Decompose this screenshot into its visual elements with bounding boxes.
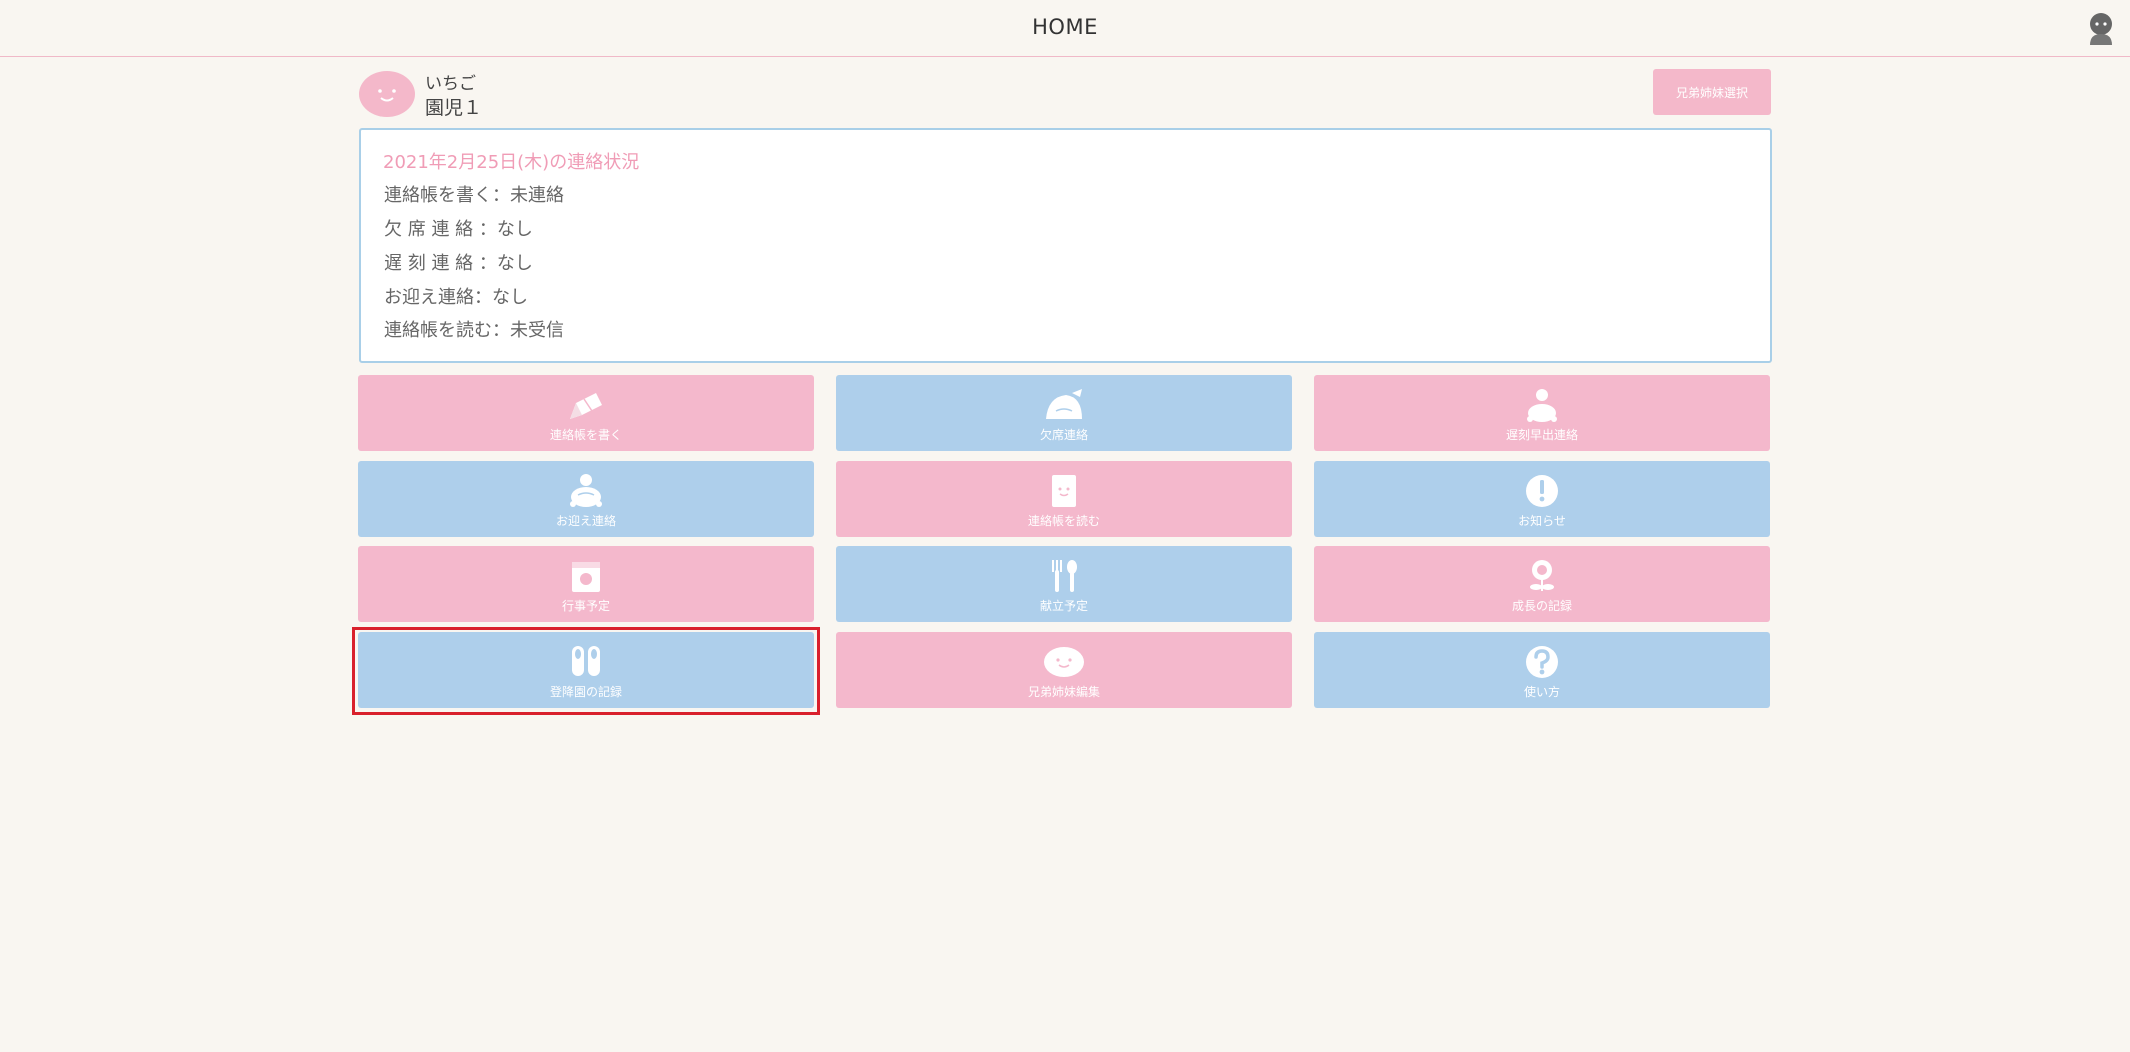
tile-absence[interactable]: 欠席連絡: [836, 375, 1292, 451]
flower-icon: [1530, 560, 1554, 591]
sibling-select-button[interactable]: 兄弟姉妹選択: [1653, 69, 1771, 115]
top-bar: HOME: [0, 0, 2130, 57]
status-late: 遅 刻 連 絡 ：なし: [384, 253, 533, 274]
tile-label: 遅刻早出連絡: [1505, 428, 1578, 442]
tile-write-notebook[interactable]: 連絡帳を書く: [358, 375, 814, 451]
tile-events[interactable]: 行事予定: [358, 546, 814, 622]
turtle-icon: [570, 474, 602, 507]
tile-label: 登降園の記録: [549, 685, 622, 699]
status-pickup: お迎え連絡：なし: [384, 287, 528, 308]
tile-notice[interactable]: お知らせ: [1314, 461, 1770, 537]
pencil-icon: [570, 393, 602, 419]
contact-status-panel: 2021年2月25日(木)の連絡状況 連絡帳を書く：未連絡 欠 席 連 絡 ：な…: [359, 128, 1772, 363]
tile-sibling-edit[interactable]: 兄弟姉妹編集: [836, 632, 1292, 708]
shoes-icon: [572, 646, 600, 676]
child-name: いちご: [425, 74, 476, 94]
tile-label: 兄弟姉妹編集: [1027, 685, 1100, 699]
tile-late-early[interactable]: 遅刻早出連絡: [1314, 375, 1770, 451]
tile-label: 欠席連絡: [1039, 428, 1088, 442]
tile-label: 連絡帳を書く: [549, 428, 622, 442]
sleeping-turtle-icon: [1046, 389, 1082, 419]
tile-label: 連絡帳を読む: [1027, 514, 1100, 528]
tile-read-notebook[interactable]: 連絡帳を読む: [836, 461, 1292, 537]
child-info: いちご 園児１ 兄弟姉妹選択: [359, 69, 1771, 121]
smile-face-icon: [378, 89, 396, 102]
tile-label: 行事予定: [561, 599, 610, 613]
tile-label: お知らせ: [1518, 514, 1566, 528]
user-menu-button[interactable]: [2086, 11, 2116, 45]
avatar: [359, 71, 415, 117]
tile-label: 成長の記録: [1511, 599, 1572, 613]
tile-growth-record[interactable]: 成長の記録: [1314, 546, 1770, 622]
notebook-icon: [1052, 475, 1076, 507]
tile-label: 献立予定: [1039, 599, 1088, 613]
status-read-notebook: 連絡帳を読む：未受信: [384, 320, 564, 341]
question-icon: [1526, 646, 1558, 678]
tile-pickup[interactable]: お迎え連絡: [358, 461, 814, 537]
page-title: HOME: [1032, 15, 1098, 39]
tile-label: お迎え連絡: [555, 514, 616, 528]
status-title: 2021年2月25日(木)の連絡状況: [383, 152, 640, 173]
smile-face-icon: [1044, 647, 1084, 677]
tile-menu[interactable]: 献立予定: [836, 546, 1292, 622]
tile-attendance-record[interactable]: 登降園の記録: [358, 632, 814, 708]
exclamation-icon: [1526, 475, 1558, 507]
child-class: 園児１: [425, 97, 483, 119]
tile-label: 使い方: [1523, 685, 1560, 699]
tile-how-to-use[interactable]: 使い方: [1314, 632, 1770, 708]
person-icon: [2090, 13, 2112, 45]
turtle-alarm-icon: [1527, 389, 1557, 422]
status-absence: 欠 席 連 絡 ：なし: [384, 219, 533, 240]
calendar-icon: [572, 562, 600, 592]
fork-spoon-icon: [1052, 560, 1077, 592]
status-write-notebook: 連絡帳を書く：未連絡: [384, 185, 564, 206]
